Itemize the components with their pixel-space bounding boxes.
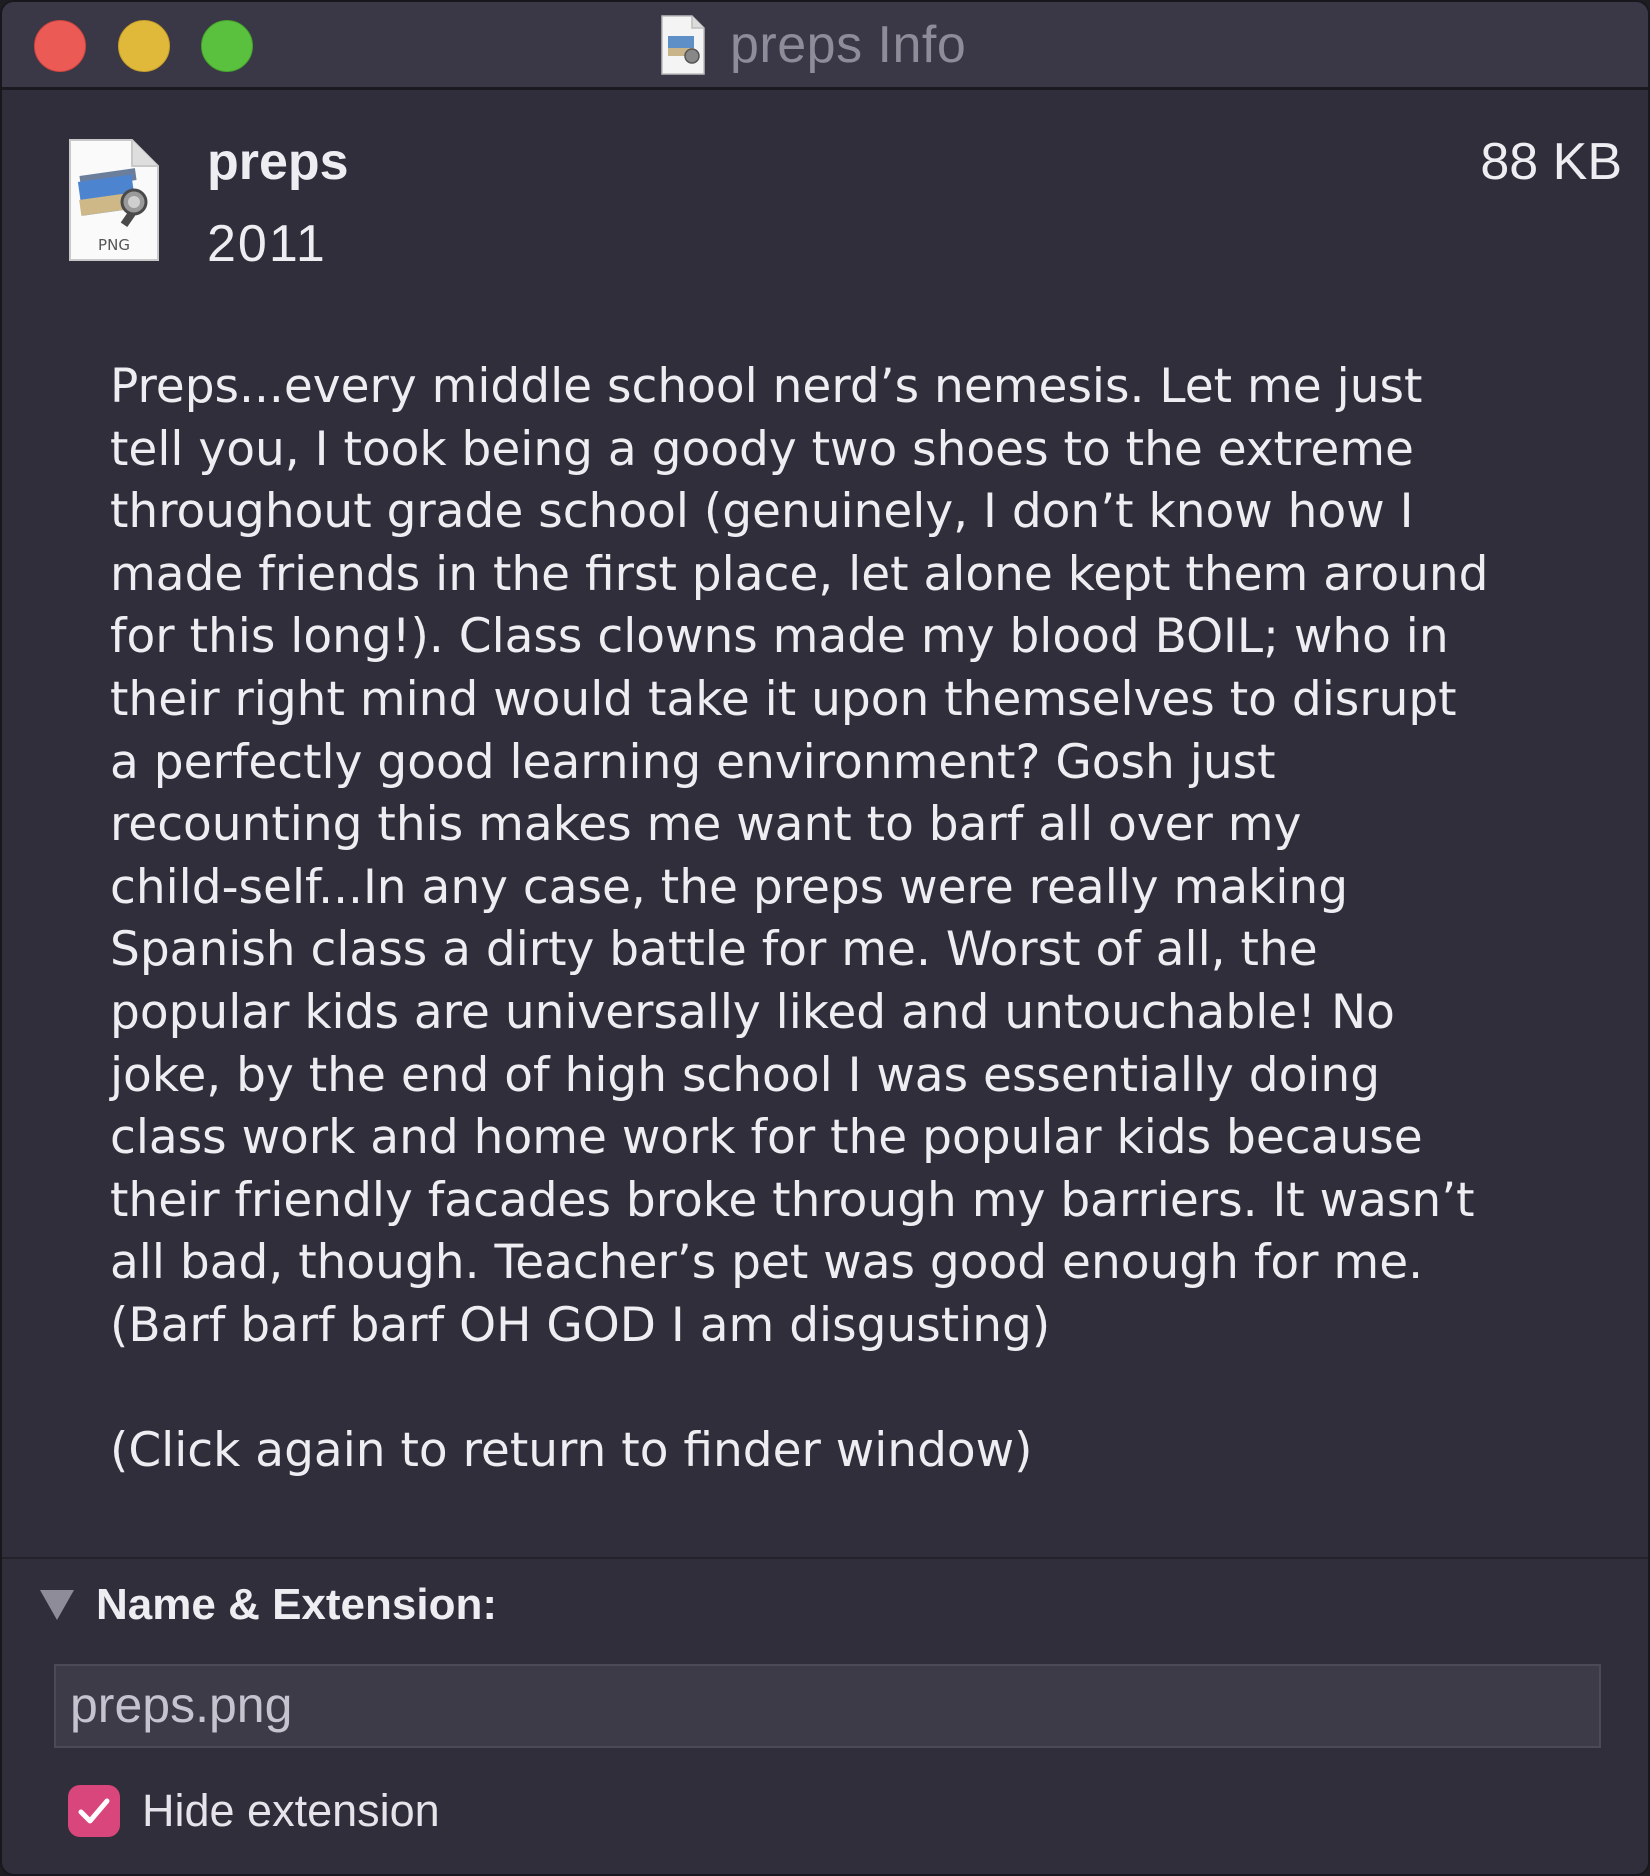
hide-extension-row[interactable]: Hide extension	[68, 1783, 440, 1839]
comment-line: tell you, I took being a goody two shoes…	[110, 421, 1414, 477]
comment-line: a perfectly good learning environment? G…	[110, 734, 1276, 790]
close-button[interactable]	[34, 20, 86, 72]
section-divider	[2, 1557, 1648, 1559]
comment-line: their friendly facades broke through my …	[110, 1172, 1475, 1228]
comment-line: recounting this makes me want to barf al…	[110, 797, 1302, 853]
comment-line: throughout grade school (genuinely, I do…	[110, 484, 1414, 540]
png-file-icon	[660, 14, 706, 76]
comment-spacer	[110, 1358, 1590, 1420]
file-size: 88 KB	[1480, 133, 1622, 191]
comment-line: all bad, though. Teacher’s pet was good …	[110, 1235, 1424, 1291]
comments-text[interactable]: Preps...every middle school nerd’s nemes…	[110, 356, 1590, 1482]
hide-extension-label: Hide extension	[142, 1785, 440, 1836]
window-title-group: preps Info	[660, 10, 966, 80]
file-name: preps	[207, 133, 349, 191]
file-type-badge: PNG	[98, 236, 130, 254]
comment-line: class work and home work for the popular…	[110, 1110, 1423, 1166]
comment-line: joke, by the end of high school I was es…	[110, 1047, 1381, 1103]
name-extension-label: Name & Extension:	[96, 1580, 497, 1629]
hide-extension-checkbox[interactable]	[68, 1785, 120, 1837]
window-title: preps Info	[730, 16, 967, 74]
comment-line: made friends in the first place, let alo…	[110, 546, 1489, 602]
comment-footer: (Click again to return to finder window)	[110, 1422, 1033, 1478]
comment-line: (Barf barf barf OH GOD I am disgusting)	[110, 1297, 1051, 1353]
minimize-button[interactable]	[118, 20, 170, 72]
comment-line: child-self...In any case, the preps were…	[110, 859, 1349, 915]
comment-line: for this long!). Class clowns made my bl…	[110, 609, 1449, 665]
title-bar[interactable]: preps Info	[2, 2, 1648, 90]
comment-line: Spanish class a dirty battle for me. Wor…	[110, 922, 1318, 978]
comment-line: Preps...every middle school nerd’s nemes…	[110, 359, 1423, 414]
comment-line: popular kids are universally liked and u…	[110, 984, 1395, 1040]
file-year: 2011	[207, 215, 327, 273]
disclosure-triangle-icon[interactable]	[38, 1588, 76, 1622]
png-image-file-icon: PNG	[68, 138, 160, 262]
comment-line: their right mind would take it upon them…	[110, 671, 1457, 727]
name-extension-section-header[interactable]: Name & Extension:	[38, 1577, 497, 1633]
checkmark-icon	[78, 1798, 110, 1824]
zoom-button[interactable]	[201, 20, 253, 72]
name-extension-field[interactable]: preps.png	[54, 1664, 1601, 1748]
info-window: preps Info PNG preps 2011 88 KB Preps...…	[0, 0, 1650, 1876]
